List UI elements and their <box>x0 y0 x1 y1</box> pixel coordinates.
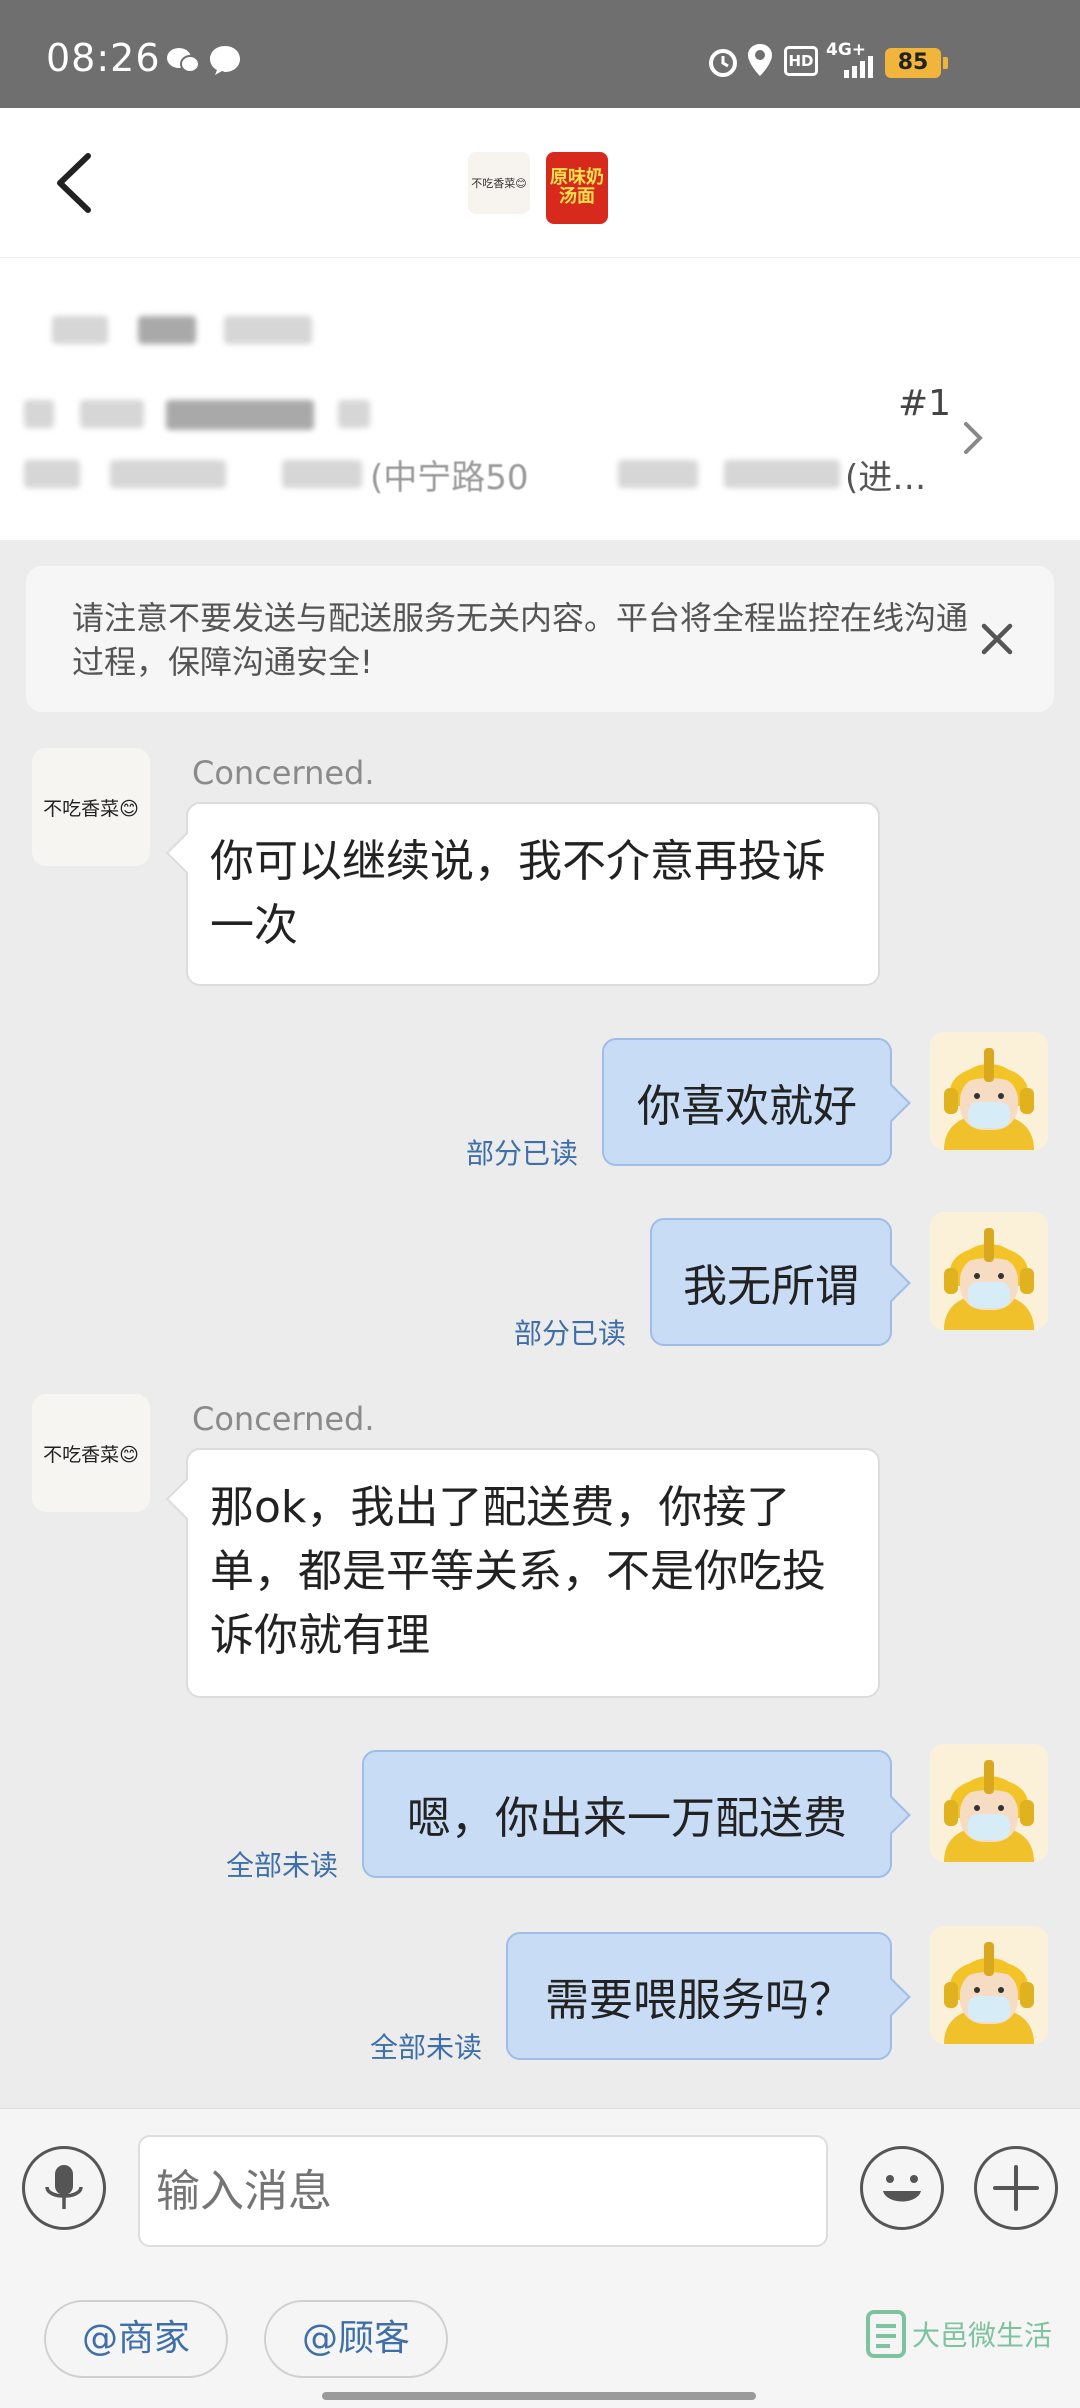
message-text: 那ok，我出了配送费，你接了单，都是平等关系，不是你吃投诉你就有理 <box>210 1482 826 1661</box>
blurred-text <box>52 316 108 344</box>
read-status: 全部未读 <box>370 2031 483 2064</box>
back-arrow-icon[interactable] <box>48 148 108 218</box>
message-text: 我无所谓 <box>683 1261 859 1312</box>
wechat-icon <box>167 48 200 73</box>
customer-chat-avatar[interactable]: 不吃香菜😊 <box>32 1394 150 1512</box>
close-icon[interactable] <box>974 616 1020 662</box>
order-number: #1 <box>898 383 952 424</box>
order-address-end: (进… <box>845 458 927 498</box>
notice-text: 请注意不要发送与配送服务无关内容。平台将全程监控在线沟通过程，保障沟通安全! <box>72 599 969 681</box>
input-bar <box>0 2108 1080 2268</box>
read-status: 部分已读 <box>514 1317 627 1350</box>
sender-name: Concerned. <box>192 1400 375 1438</box>
watermark-logo-icon <box>866 2310 906 2358</box>
signal-icon: 4G+ <box>826 40 876 78</box>
blurred-text <box>282 460 362 488</box>
order-address-partial: (中宁路50 <box>370 458 529 498</box>
alarm-icon <box>709 49 737 77</box>
group-avatars[interactable]: 不吃香菜😊 原味奶汤面 <box>468 152 608 224</box>
chat-header: 不吃香菜😊 原味奶汤面 <box>0 108 1080 258</box>
microphone-icon <box>45 2165 83 2209</box>
message-text: 你可以继续说，我不介意再投诉一次 <box>210 836 826 951</box>
voice-button[interactable] <box>22 2146 106 2230</box>
mention-merchant-button[interactable]: @商家 <box>44 2300 228 2378</box>
courier-avatar[interactable] <box>930 1032 1048 1150</box>
message-text: 需要喂服务吗？ <box>545 1975 853 2026</box>
hd-icon: HD <box>784 46 818 76</box>
read-status: 全部未读 <box>226 1849 339 1882</box>
battery-indicator: 85 <box>885 48 948 78</box>
message-bubble-outgoing[interactable]: 你喜欢就好 <box>602 1038 892 1166</box>
home-indicator[interactable] <box>322 2392 756 2400</box>
watermark: 大邑微生活 <box>866 2308 1052 2360</box>
merchant-avatar: 原味奶汤面 <box>546 152 608 224</box>
courier-avatar-icon <box>930 1926 1048 2044</box>
mention-bar: @商家 @顾客 大邑微生活 <box>0 2268 1080 2408</box>
message-bubble-outgoing[interactable]: 嗯，你出来一万配送费 <box>362 1750 892 1878</box>
emoji-button[interactable] <box>860 2146 944 2230</box>
chevron-right-icon <box>964 422 983 454</box>
courier-avatar-icon <box>930 1032 1048 1150</box>
message-text: 你喜欢就好 <box>637 1081 857 1132</box>
courier-avatar[interactable] <box>930 1212 1048 1330</box>
courier-avatar[interactable] <box>930 1744 1048 1862</box>
customer-avatar: 不吃香菜😊 <box>468 152 530 214</box>
read-status: 部分已读 <box>466 1137 579 1170</box>
message-input[interactable] <box>138 2135 828 2247</box>
sender-name: Concerned. <box>192 754 375 792</box>
message-icon <box>210 46 240 75</box>
message-bubble-incoming[interactable]: 你可以继续说，我不介意再投诉一次 <box>186 802 880 986</box>
courier-avatar[interactable] <box>930 1926 1048 2044</box>
smiley-icon <box>883 2175 921 2202</box>
customer-chat-avatar[interactable]: 不吃香菜😊 <box>32 748 150 866</box>
blurred-text <box>110 460 226 488</box>
status-bar: 08:26 HD 4G+ 85 <box>0 0 1080 108</box>
blurred-text <box>80 400 144 428</box>
plus-icon <box>993 2165 1039 2211</box>
courier-avatar-icon <box>930 1212 1048 1330</box>
location-icon <box>748 44 772 76</box>
status-time: 08:26 <box>46 36 161 80</box>
message-text: 嗯，你出来一万配送费 <box>407 1793 847 1844</box>
watermark-name: 大邑微生活 <box>912 2319 1053 2352</box>
blurred-text <box>138 316 196 344</box>
safety-notice: 请注意不要发送与配送服务无关内容。平台将全程监控在线沟通过程，保障沟通安全! <box>26 566 1054 712</box>
mention-customer-button[interactable]: @顾客 <box>264 2300 448 2378</box>
blurred-text <box>166 400 314 430</box>
order-info-card[interactable]: (中宁路50 (进… #1 <box>0 258 1080 540</box>
blurred-text <box>338 400 370 428</box>
message-bubble-outgoing[interactable]: 我无所谓 <box>650 1218 892 1346</box>
courier-avatar-icon <box>930 1744 1048 1862</box>
blurred-text <box>24 460 80 488</box>
blurred-text <box>618 460 698 488</box>
blurred-text <box>724 460 840 488</box>
message-bubble-incoming[interactable]: 那ok，我出了配送费，你接了单，都是平等关系，不是你吃投诉你就有理 <box>186 1448 880 1698</box>
blurred-text <box>24 400 54 428</box>
blurred-text <box>224 316 312 344</box>
more-button[interactable] <box>974 2146 1058 2230</box>
message-bubble-outgoing[interactable]: 需要喂服务吗？ <box>506 1932 892 2060</box>
